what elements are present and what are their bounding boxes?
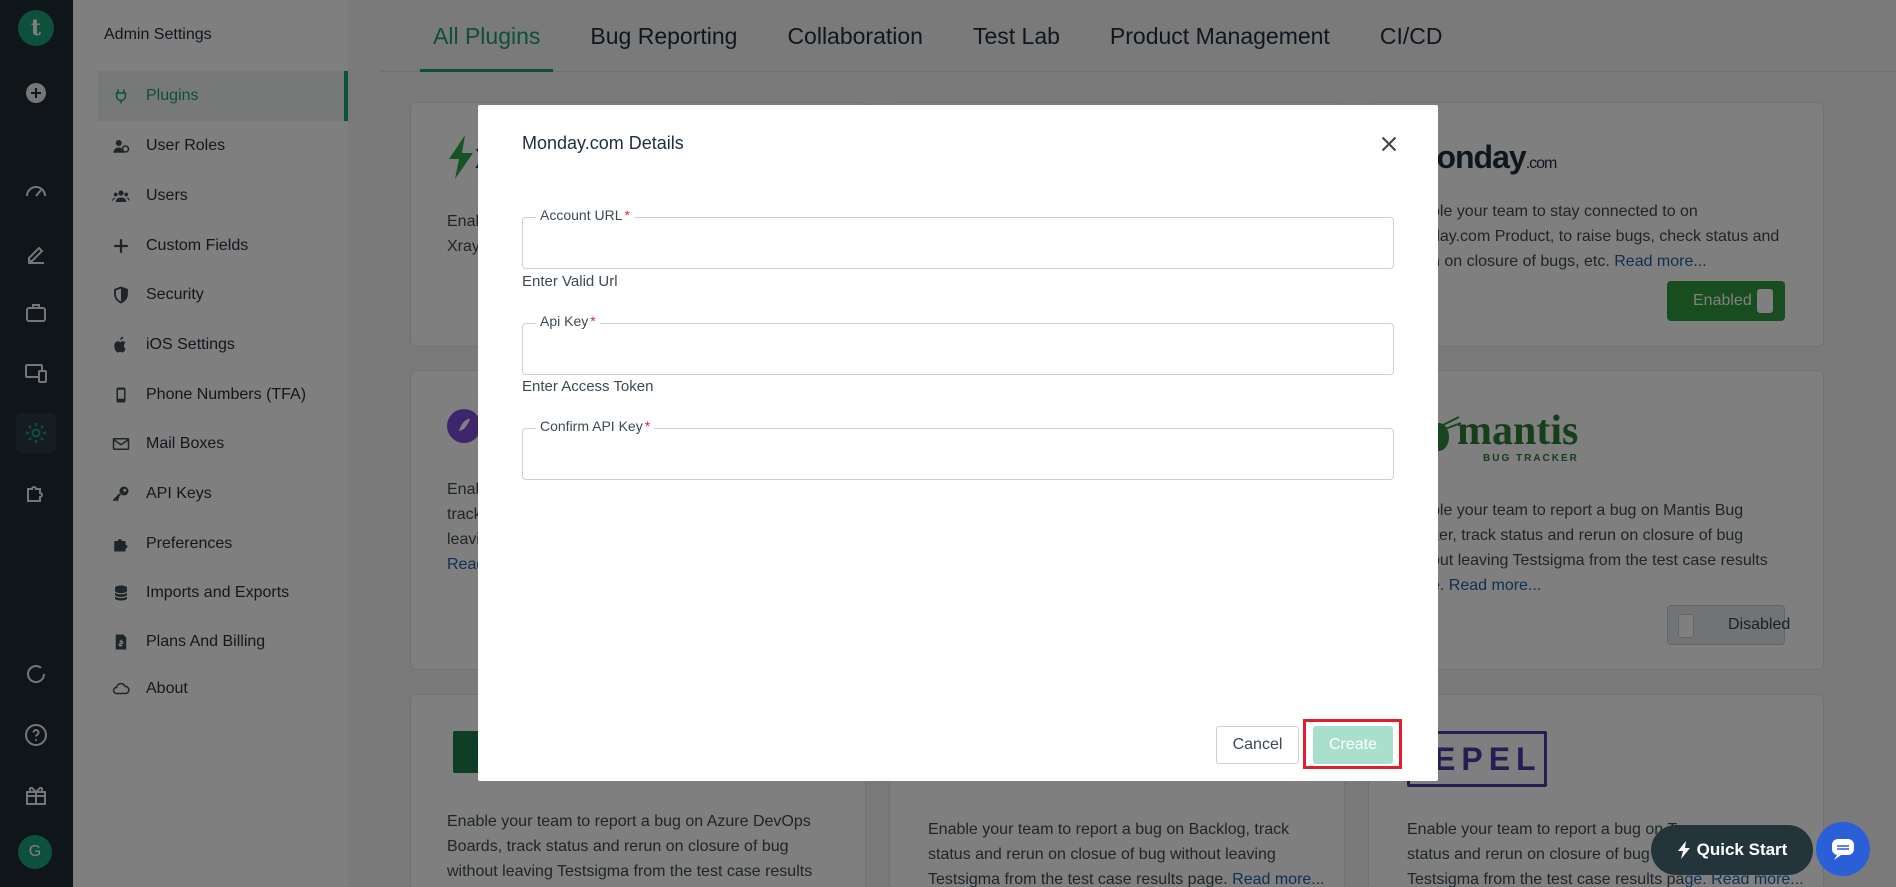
chat-support-button[interactable] xyxy=(1816,822,1870,876)
api-key-input[interactable] xyxy=(522,323,1394,375)
chat-bubble-icon xyxy=(1832,839,1854,860)
confirm-api-key-input[interactable] xyxy=(522,428,1394,480)
quick-start-button[interactable]: Quick Start xyxy=(1651,825,1813,875)
close-icon[interactable] xyxy=(1376,131,1402,157)
monday-details-modal: Monday.com Details Account URL * Enter Va… xyxy=(478,105,1438,781)
cancel-button[interactable]: Cancel xyxy=(1216,726,1299,764)
create-button-highlight xyxy=(1303,719,1402,769)
lightning-icon xyxy=(1677,841,1690,859)
modal-title: Monday.com Details xyxy=(522,133,684,153)
account-url-label: Account URL * xyxy=(536,207,634,223)
api-key-hint: Enter Access Token xyxy=(522,378,654,395)
api-key-label: Api Key * xyxy=(536,313,600,329)
account-url-hint: Enter Valid Url xyxy=(522,273,618,290)
account-url-input[interactable] xyxy=(522,217,1394,269)
confirm-api-key-label: Confirm API Key * xyxy=(536,418,655,434)
